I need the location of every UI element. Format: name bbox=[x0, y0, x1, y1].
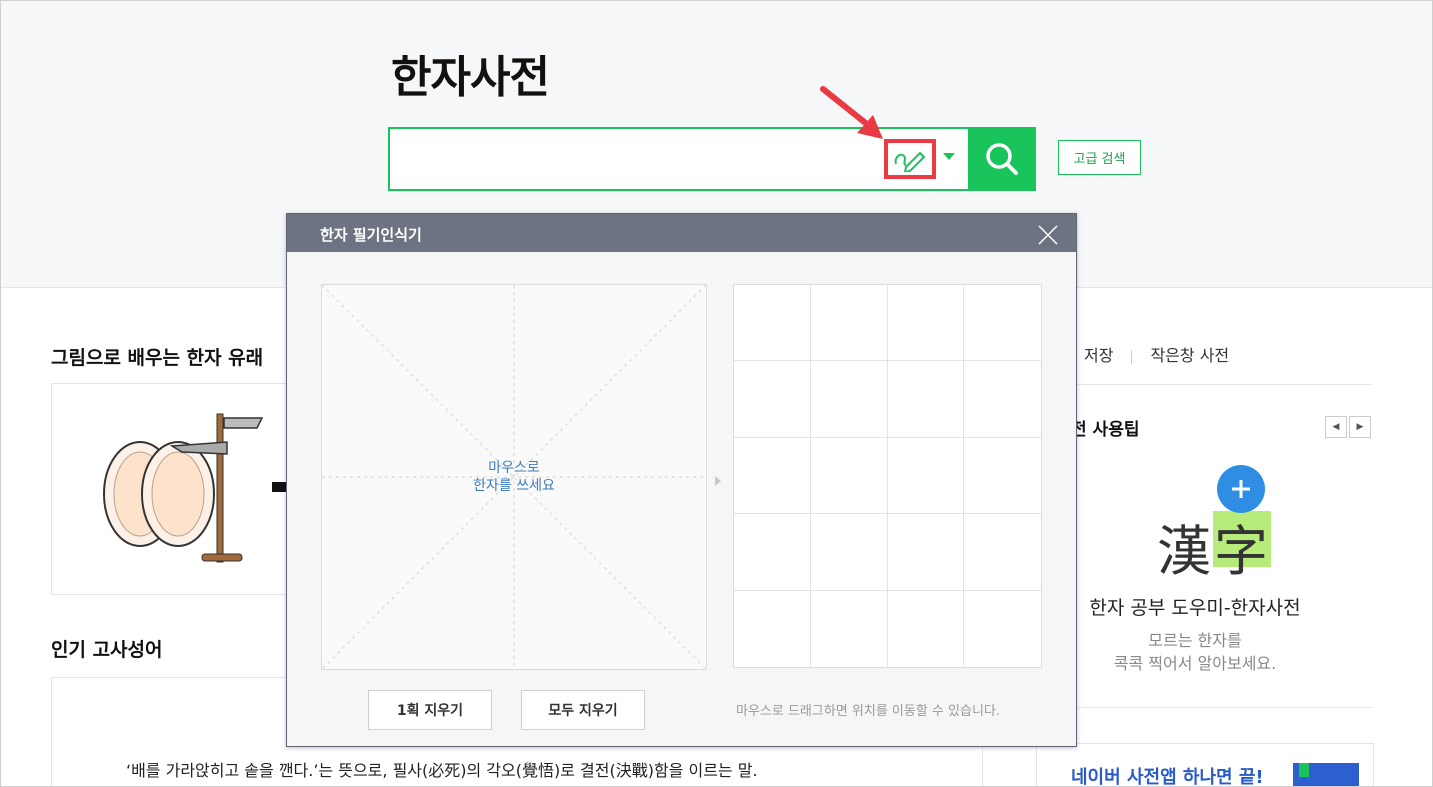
right-links: 저장 작은창 사전 bbox=[1084, 342, 1229, 366]
result-cell[interactable] bbox=[964, 591, 1041, 667]
page: 한자사전 고급 검색 그림으로 배우는 한자 유래 인기 고사성어 ‘배를 가라… bbox=[0, 0, 1433, 787]
tip-title: 전 사용팁 bbox=[1071, 420, 1140, 440]
result-cell[interactable] bbox=[734, 361, 811, 438]
result-cell[interactable] bbox=[964, 438, 1041, 515]
divider bbox=[1131, 349, 1133, 364]
result-cell[interactable] bbox=[887, 514, 965, 591]
popup-title: 한자 필기인식기 bbox=[320, 226, 422, 244]
result-cell[interactable] bbox=[734, 437, 811, 515]
origins-section-title: 그림으로 배우는 한자 유래 bbox=[51, 347, 264, 369]
search-icon bbox=[986, 143, 1018, 175]
close-icon[interactable] bbox=[1037, 224, 1059, 246]
chevron-left-icon: ◀ bbox=[1332, 422, 1340, 432]
app-icon bbox=[1293, 763, 1359, 786]
canvas-hint-line: 한자를 쓰세요 bbox=[473, 478, 555, 494]
result-cell[interactable] bbox=[734, 285, 811, 362]
chevron-right-icon bbox=[715, 476, 721, 486]
erase-one-stroke-button[interactable]: 1획 지우기 bbox=[368, 690, 492, 730]
next-button[interactable]: ▶ bbox=[1349, 416, 1371, 438]
result-cell[interactable] bbox=[888, 590, 965, 667]
popup-header[interactable]: 한자 필기인식기 bbox=[287, 214, 1076, 252]
result-cell[interactable] bbox=[734, 590, 811, 667]
mini-dictionary-link[interactable]: 작은창 사전 bbox=[1150, 342, 1229, 366]
idioms-section-title: 인기 고사성어 bbox=[51, 639, 163, 661]
chevron-right-icon: ▶ bbox=[1356, 422, 1364, 432]
result-cell[interactable] bbox=[811, 590, 888, 667]
idiom-quote: ‘배를 가라앉히고 솥을 깬다.’는 뜻으로, 필사(必死)의 각오(覺悟)로 … bbox=[126, 761, 758, 780]
search-button[interactable] bbox=[968, 127, 1036, 191]
result-cell[interactable] bbox=[964, 285, 1041, 362]
result-cell[interactable] bbox=[964, 514, 1041, 591]
save-link[interactable]: 저장 bbox=[1084, 342, 1113, 366]
plus-icon bbox=[1217, 465, 1265, 513]
bookmark-icon bbox=[1299, 763, 1309, 777]
red-arrow-annotation bbox=[820, 86, 883, 139]
handwriting-button[interactable] bbox=[884, 139, 936, 179]
app-promo-text[interactable]: 네이버 사전앱 하나면 끝! bbox=[1071, 763, 1264, 786]
result-cell[interactable] bbox=[887, 437, 965, 515]
result-cell[interactable] bbox=[887, 361, 965, 438]
canvas-hint: 마우스로 한자를 쓰세요 bbox=[322, 459, 706, 495]
hanja-logo: 漢 字 bbox=[1157, 465, 1272, 583]
result-cell[interactable] bbox=[810, 361, 888, 438]
handwriting-canvas[interactable]: 마우스로 한자를 쓰세요 bbox=[321, 284, 707, 670]
drag-note: 마우스로 드래그하면 위치를 이동할 수 있습니다. bbox=[736, 704, 1000, 719]
result-cell[interactable] bbox=[964, 361, 1041, 438]
result-cell[interactable] bbox=[810, 437, 888, 515]
result-cell[interactable] bbox=[810, 514, 888, 591]
pen-icon bbox=[894, 151, 926, 172]
logo-char-2: 字 bbox=[1214, 520, 1268, 583]
search-input[interactable] bbox=[400, 139, 874, 179]
canvas-hint-line: 마우스로 bbox=[488, 460, 540, 476]
result-cell[interactable] bbox=[810, 285, 888, 362]
hanja-origin-illustration bbox=[103, 413, 286, 563]
logo-char-1: 漢 bbox=[1157, 520, 1211, 583]
recognition-results-grid bbox=[733, 284, 1042, 668]
handwriting-popup[interactable]: 한자 필기인식기 마우스로 한자를 쓰세요 1획 지우기 모두 지우기 마우스로… bbox=[286, 213, 1077, 747]
result-cell[interactable] bbox=[734, 514, 811, 591]
prev-button[interactable]: ◀ bbox=[1325, 416, 1347, 438]
erase-all-button[interactable]: 모두 지우기 bbox=[521, 690, 645, 730]
chevron-down-icon[interactable] bbox=[943, 153, 955, 160]
origin-card[interactable] bbox=[51, 383, 313, 595]
result-cell[interactable] bbox=[887, 285, 965, 362]
page-title: 한자사전 bbox=[391, 52, 550, 103]
advanced-search-button[interactable]: 고급 검색 bbox=[1058, 140, 1141, 175]
